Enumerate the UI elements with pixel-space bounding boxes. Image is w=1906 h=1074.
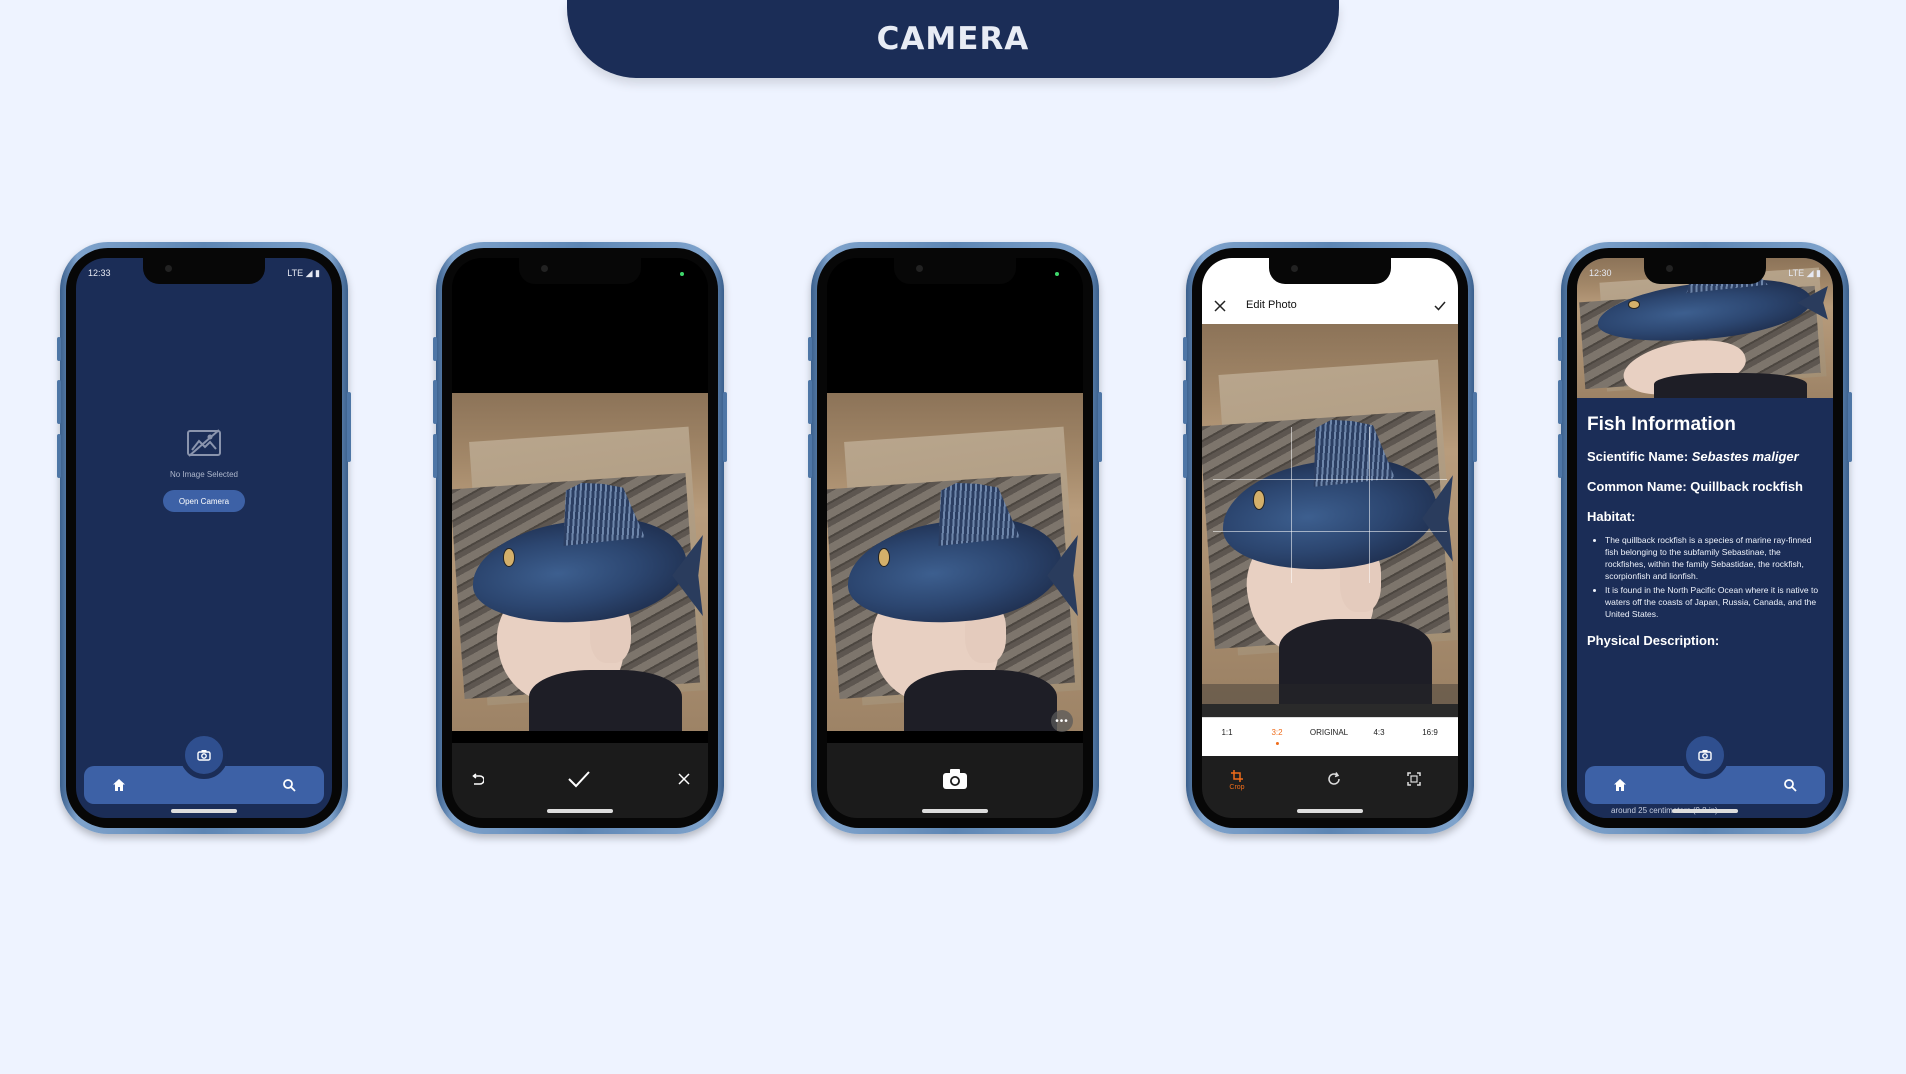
list-item: The quillback rockfish is a species of m… [1605, 534, 1823, 582]
camera-fab-button[interactable] [1681, 731, 1729, 779]
no-image-text: No Image Selected [169, 470, 239, 479]
status-time: 12:30 [1589, 268, 1612, 278]
status-network: LTE ◢ ▮ [1788, 268, 1821, 278]
search-icon[interactable] [282, 778, 296, 792]
ratio-1-1[interactable]: 1:1 [1221, 728, 1232, 737]
banner-title: CAMERA [876, 21, 1030, 57]
review-toolbar [452, 743, 708, 818]
physical-description-heading: Physical Description: [1587, 633, 1720, 648]
search-icon[interactable] [1783, 778, 1797, 792]
camera-icon [1698, 750, 1712, 761]
photo-review-screen [452, 258, 708, 818]
bottom-nav [84, 731, 324, 804]
no-image-icon [187, 429, 221, 457]
selected-ratio-dot [1275, 742, 1279, 745]
camera-fab-button[interactable] [180, 731, 228, 779]
fish-info-screen: 12:30 LTE ◢ ▮ Fish Information Scientifi… [1577, 258, 1833, 818]
fit-screen-icon[interactable] [1407, 772, 1421, 786]
phone-no-image: 12:33 LTE ◢ ▮ No Image Selected Open Cam… [57, 242, 351, 834]
captured-fish-photo [452, 393, 708, 731]
phone-fish-information: 12:30 LTE ◢ ▮ Fish Information Scientifi… [1558, 242, 1852, 834]
habitat-heading: Habitat: [1587, 509, 1636, 524]
close-icon[interactable] [1214, 300, 1226, 312]
open-camera-button[interactable]: Open Camera [163, 490, 245, 512]
crop-tool[interactable]: Crop [1227, 770, 1247, 791]
fish-info-heading: Fish Information [1587, 414, 1736, 435]
phone-photo-review [433, 242, 727, 834]
camera-banner: CAMERA [567, 0, 1339, 78]
confirm-icon[interactable] [567, 769, 591, 789]
shutter-bar [827, 743, 1083, 818]
habitat-list: The quillback rockfish is a species of m… [1587, 534, 1823, 620]
aspect-ratio-bar: 1:1 3:2 ORIGINAL 4:3 16:9 [1202, 717, 1458, 756]
crop-icon [1231, 770, 1243, 782]
retake-icon[interactable] [470, 773, 484, 787]
viewfinder-preview [827, 393, 1083, 731]
phone-camera-viewfinder: ••• [808, 242, 1102, 834]
ratio-3-2[interactable]: 3:2 [1271, 728, 1283, 745]
home-icon[interactable] [1613, 778, 1627, 792]
rotate-icon[interactable] [1327, 772, 1341, 786]
cancel-icon[interactable] [678, 773, 690, 785]
edit-photo-title: Edit Photo [1246, 299, 1297, 311]
scientific-name: Scientific Name: Sebastes maliger [1587, 449, 1799, 464]
ratio-16-9[interactable]: 16:9 [1422, 728, 1438, 737]
ratio-original[interactable]: ORIGINAL [1310, 728, 1348, 737]
list-item: It is found in the North Pacific Ocean w… [1605, 584, 1823, 620]
ratio-4-3[interactable]: 4:3 [1373, 728, 1384, 737]
save-check-icon[interactable] [1434, 300, 1446, 312]
no-image-screen: 12:33 LTE ◢ ▮ No Image Selected Open Cam… [76, 258, 332, 818]
phone-edit-photo: Edit Photo 1:1 3:2 ORIGINAL 4:3 16:9 Cro… [1183, 242, 1477, 834]
crop-area [1202, 324, 1458, 756]
status-network: LTE ◢ ▮ [287, 268, 320, 278]
viewfinder-screen: ••• [827, 258, 1083, 818]
status-time: 12:33 [88, 268, 111, 278]
edit-photo-screen: Edit Photo 1:1 3:2 ORIGINAL 4:3 16:9 Cro… [1202, 258, 1458, 818]
shutter-camera-icon[interactable] [942, 768, 968, 790]
home-icon[interactable] [112, 778, 126, 792]
common-name: Common Name: Quillback rockfish [1587, 479, 1803, 494]
bottom-nav [1585, 731, 1825, 804]
crop-frame[interactable] [1202, 324, 1458, 684]
crop-label: Crop [1229, 784, 1245, 791]
more-options-button[interactable]: ••• [1051, 710, 1073, 732]
camera-icon [197, 750, 211, 761]
